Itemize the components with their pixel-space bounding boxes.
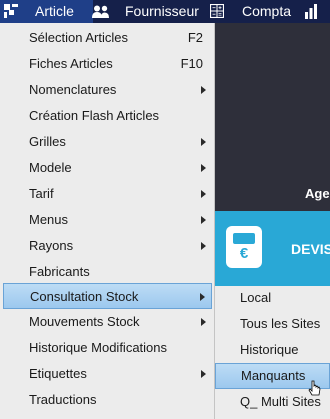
submenu-item-label: Manquants [241,368,306,383]
submenu-arrow-icon [201,242,206,250]
menu-item-label: Historique Modifications [29,340,168,355]
menu-item-label: Consultation Stock [30,289,139,304]
menu-item-rayons[interactable]: Rayons [3,233,212,259]
menu-item-shortcut: F2 [187,30,203,45]
background-heading: Age [305,186,330,201]
menu-item-modele[interactable]: Modele [3,155,212,181]
menu-item-label: Grilles [29,134,66,149]
menu-item-label: Fabricants [29,264,90,279]
submenu-item-label: Historique [240,342,299,357]
menu-item-etiquettes[interactable]: Etiquettes [3,361,212,387]
submenu-item-tous-les-sites[interactable]: Tous les Sites [215,312,330,338]
devis-tile-label: DEVIS [291,241,330,257]
menu-item-label: Nomenclatures [29,82,117,97]
menu-item-grilles[interactable]: Grilles [3,129,212,155]
submenu-arrow-icon [201,138,206,146]
menu-item-label: Sélection Articles [29,30,128,45]
menu-item-consultation-stock[interactable]: Consultation Stock [3,283,212,309]
submenu-item-historique[interactable]: Historique [215,338,330,364]
consultation-stock-submenu: Local Tous les Sites Historique Manquant… [214,286,330,419]
menu-item-label: Tarif [29,186,54,201]
menubar-article-label: Article [35,3,74,19]
euro-symbol: € [239,245,249,262]
menubar: Article Fournisseur Compta [0,0,330,23]
submenu-arrow-icon [201,318,206,326]
menu-item-fabricants[interactable]: Fabricants [3,259,212,285]
calculator-icon [210,4,224,18]
article-logo-icon [4,4,18,18]
menu-item-label: Rayons [29,238,74,253]
submenu-arrow-icon [201,190,206,198]
bar-chart-icon[interactable] [305,4,320,19]
menu-item-creation-flash-articles[interactable]: Création Flash Articles [3,103,212,129]
submenu-item-local[interactable]: Local [215,286,330,312]
submenu-arrow-icon [201,216,206,224]
submenu-arrow-icon [200,293,205,301]
pointer-cursor-icon [308,380,322,398]
menu-item-nomenclatures[interactable]: Nomenclatures [3,77,212,103]
menu-item-traductions[interactable]: Traductions [3,387,212,413]
menu-item-selection-articles[interactable]: Sélection Articles F2 [3,25,212,51]
menu-item-label: Fiches Articles [29,56,113,71]
menu-item-label: Etiquettes [29,366,87,381]
menu-item-mouvements-stock[interactable]: Mouvements Stock [3,309,212,335]
menu-item-historique-modifications[interactable]: Historique Modifications [3,335,212,361]
submenu-arrow-icon [201,164,206,172]
users-icon [92,5,110,18]
euro-card-icon: € [226,226,262,268]
menu-item-label: Menus [29,212,69,227]
menubar-fournisseur-label: Fournisseur [125,3,199,19]
submenu-arrow-icon [201,86,206,94]
menu-item-label: Modele [29,160,72,175]
menu-item-label: Traductions [29,392,97,407]
devis-tile[interactable]: € DEVIS [214,211,330,295]
submenu-arrow-icon [201,370,206,378]
menu-item-label: Mouvements Stock [29,314,140,329]
menu-item-fiches-articles[interactable]: Fiches Articles F10 [3,51,212,77]
submenu-item-label: Tous les Sites [240,316,321,331]
menu-item-shortcut: F10 [180,56,203,71]
menu-item-label: Création Flash Articles [29,108,160,123]
menu-item-tarif[interactable]: Tarif [3,181,212,207]
menu-item-menus[interactable]: Menus [3,207,212,233]
submenu-item-label: Local [240,290,272,305]
menubar-article[interactable]: Article [0,0,93,23]
article-dropdown-menu: Sélection Articles F2 Fiches Articles F1… [0,23,215,419]
menubar-compta-label: Compta [242,3,292,19]
